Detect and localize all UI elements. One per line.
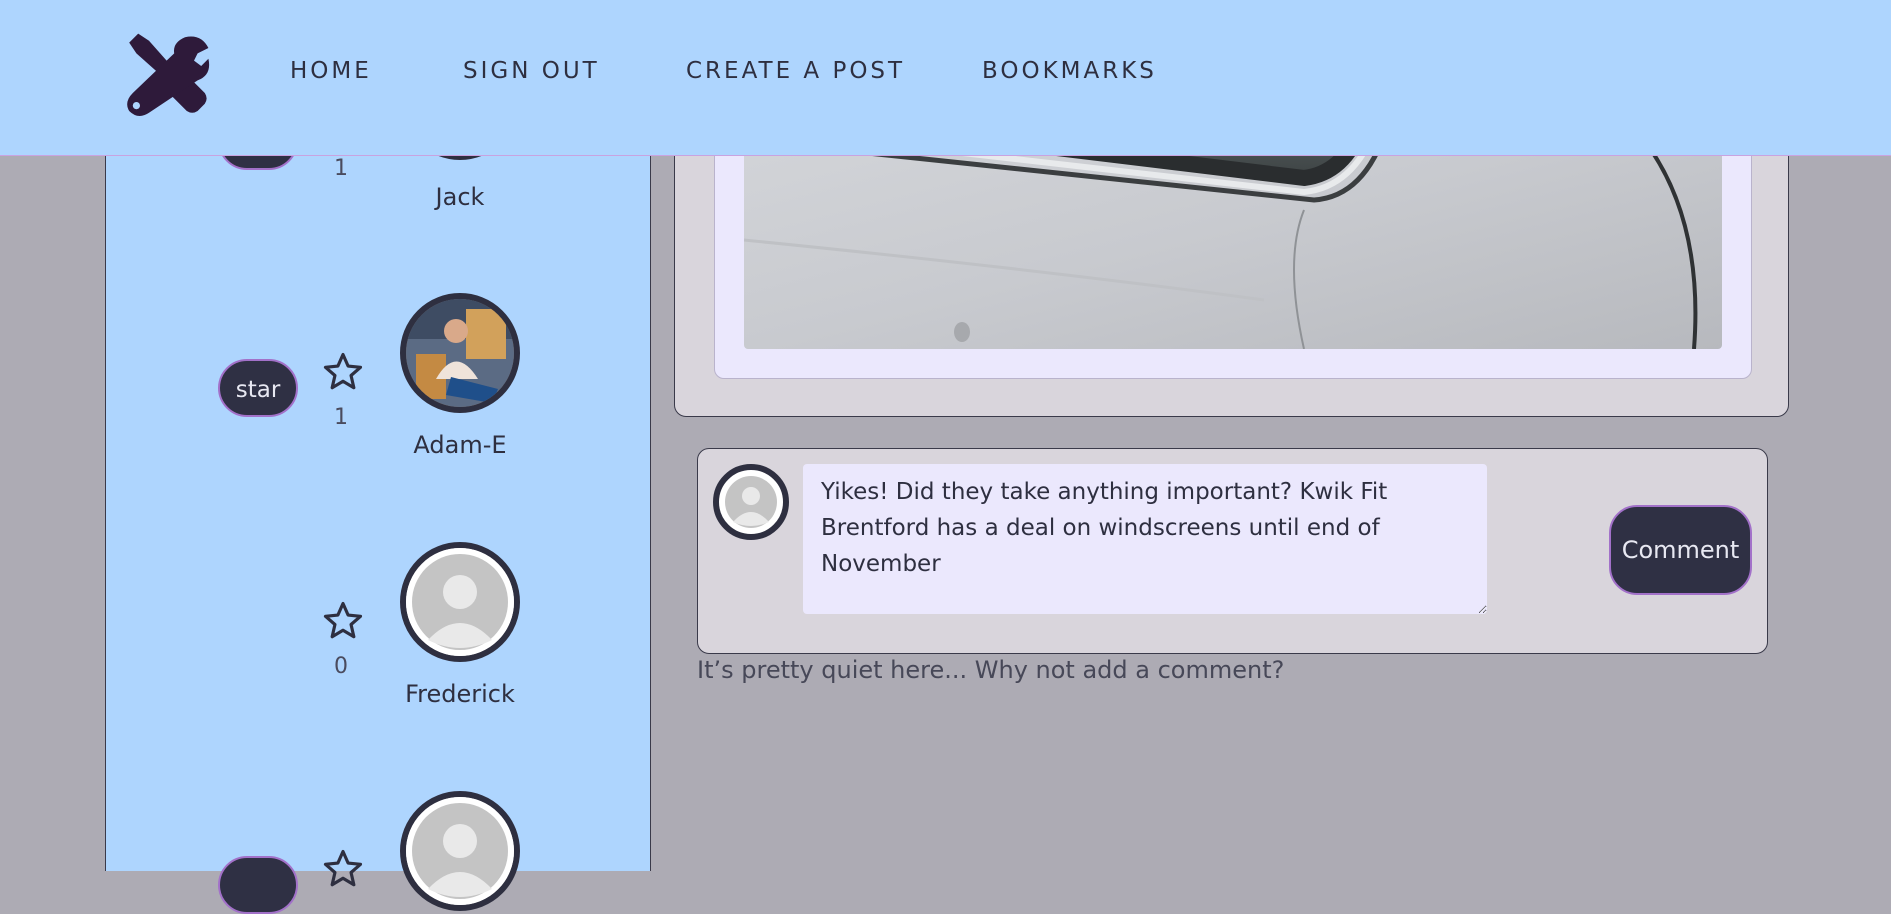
comment-input[interactable]: Yikes! Did they take anything important?… (803, 464, 1487, 614)
avatar[interactable] (400, 791, 520, 911)
nav-home-link[interactable]: HOME (290, 58, 372, 84)
star-count: 1 (334, 405, 348, 430)
comment-avatar (713, 464, 789, 540)
star-icon[interactable] (322, 600, 364, 642)
comment-button[interactable]: Comment (1609, 505, 1752, 595)
user-name[interactable]: Frederick (360, 680, 560, 708)
nav-create-post-link[interactable]: CREATE A POST (686, 58, 905, 84)
star-icon[interactable] (322, 351, 364, 393)
nav-bookmarks-link[interactable]: BOOKMARKS (982, 58, 1157, 84)
default-avatar-icon (725, 476, 777, 528)
no-comments-message: It’s pretty quiet here... Why not add a … (697, 656, 1285, 684)
star-button[interactable]: star (218, 359, 298, 417)
nav-sign-out-link[interactable]: SIGN OUT (463, 58, 600, 84)
user-name[interactable]: Jack (360, 183, 560, 211)
star-icon[interactable] (322, 848, 364, 890)
navbar: HOME SIGN OUT CREATE A POST BOOKMARKS (0, 0, 1891, 156)
star-count: 1 (334, 156, 348, 181)
star-button[interactable] (218, 856, 298, 914)
avatar[interactable] (400, 542, 520, 662)
default-avatar-icon (406, 797, 514, 905)
avatar[interactable] (400, 293, 520, 413)
star-count: 0 (334, 654, 348, 679)
tools-icon[interactable] (122, 30, 212, 120)
default-avatar-icon (406, 548, 514, 656)
user-name[interactable]: Adam-E (360, 431, 560, 459)
